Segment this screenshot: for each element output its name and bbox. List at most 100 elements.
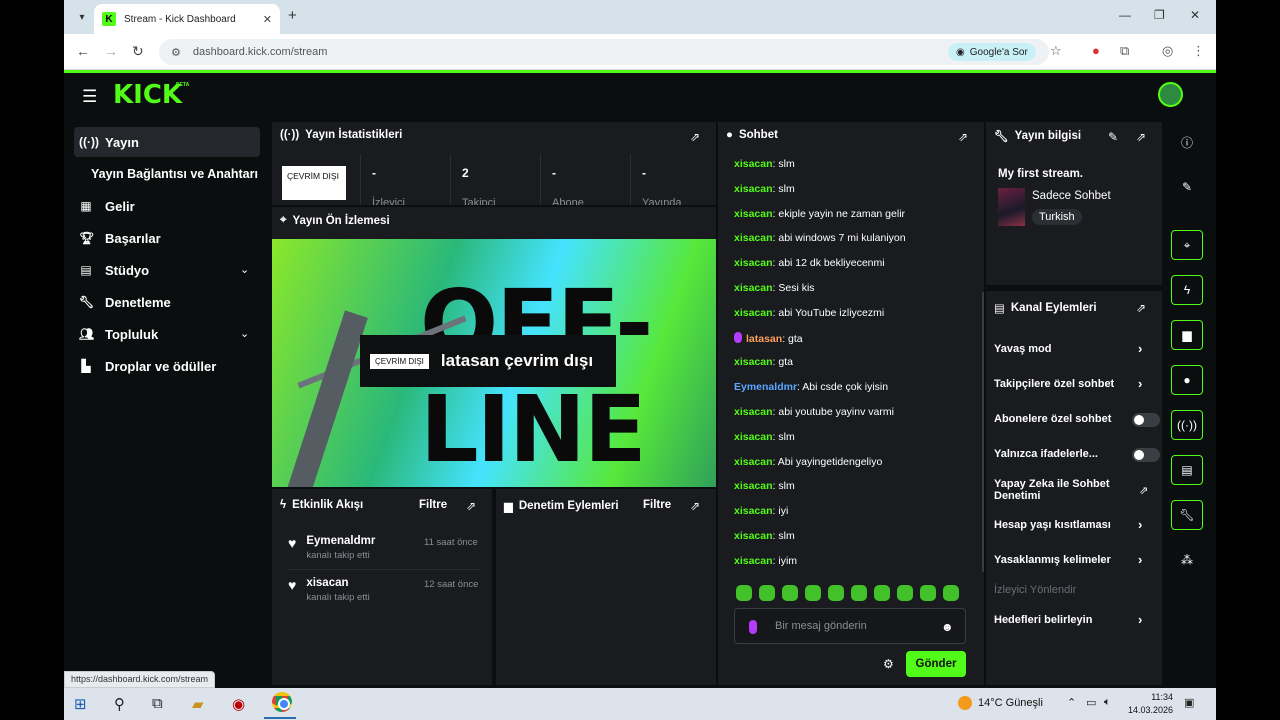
popout-icon[interactable]: ⇗ — [1136, 130, 1146, 144]
site-info-icon[interactable]: ⚙ — [171, 46, 181, 59]
gear-icon[interactable]: ⚙ — [883, 657, 894, 671]
popout-icon[interactable]: ⇗ — [1136, 301, 1146, 315]
action-banned-words[interactable]: Yasaklanmış kelimeler › — [994, 552, 1156, 567]
profile-icon[interactable]: ◎ — [1162, 43, 1173, 59]
tab-search-icon[interactable]: ▾ — [72, 7, 92, 27]
chat-username[interactable]: xisacan — [734, 307, 773, 319]
sidebar-item-stream-key[interactable]: Yayın Bağlantısı ve Anahtarı — [86, 159, 258, 189]
restore-icon[interactable]: ❐ — [1154, 8, 1165, 22]
activity-name[interactable]: xisacan — [306, 577, 369, 589]
sidebar-item-basarilar[interactable]: 🏆︎ Başarılar — [74, 223, 161, 253]
notifications-icon[interactable]: ▣ — [1184, 696, 1194, 709]
extensions-icon[interactable]: ⧉ — [1120, 43, 1129, 59]
sidebar-item-yayin[interactable]: ((·)) Yayın — [74, 127, 260, 157]
new-tab-icon[interactable]: + — [288, 7, 297, 24]
edit-icon[interactable]: ✎ — [1108, 130, 1118, 144]
chat-username[interactable]: xisacan — [734, 257, 773, 269]
extension-badge-icon[interactable]: ● — [1092, 43, 1100, 58]
sidebar-item-denetleme[interactable]: 🔧︎ Denetleme — [74, 287, 171, 317]
info-icon[interactable]: ⓘ — [1171, 127, 1203, 157]
user-avatar[interactable] — [1158, 82, 1183, 107]
sidebar-item-studyo[interactable]: ▤ Stüdyo — [74, 255, 149, 285]
action-account-age[interactable]: Hesap yaşı kısıtlaması › — [994, 517, 1156, 532]
search-icon[interactable]: ⚲ — [114, 695, 125, 713]
signal-toggle-icon[interactable]: ((·)) — [1171, 410, 1203, 440]
chat-username[interactable]: xisacan — [734, 530, 773, 542]
chat-scrollbar[interactable] — [982, 292, 984, 572]
browser-tab[interactable]: K Stream - Kick Dashboard ✕ — [94, 4, 280, 34]
activity-name[interactable]: Eymenaldmr — [306, 535, 375, 547]
list-toggle-icon[interactable]: ▤ — [1171, 455, 1203, 485]
file-explorer-icon[interactable]: ▰ — [192, 695, 204, 713]
sidebar-item-gelir[interactable]: ▦ Gelir — [74, 191, 134, 221]
wrench-toggle-icon[interactable]: 🔧︎ — [1171, 500, 1203, 530]
chrome-icon[interactable] — [272, 692, 292, 712]
popout-icon[interactable]: ⇗ — [466, 499, 476, 513]
url-field[interactable]: ⚙ dashboard.kick.com/stream — [159, 39, 1049, 65]
emoji-icon[interactable]: ☻ — [941, 620, 954, 634]
chat-username[interactable]: xisacan — [734, 282, 773, 294]
emote-icon[interactable] — [782, 585, 798, 601]
apps-icon[interactable]: ⁂ — [1171, 545, 1203, 575]
edit-icon[interactable]: ✎ — [1171, 172, 1203, 202]
chat-username[interactable]: Eymenaldmr — [734, 381, 797, 393]
chat-username[interactable]: xisacan — [734, 431, 773, 443]
reload-icon[interactable]: ↻ — [132, 43, 144, 60]
chat-toggle-icon[interactable]: ● — [1171, 365, 1203, 395]
hamburger-icon[interactable]: ☰ — [82, 87, 97, 107]
chevron-down-icon[interactable]: ⌄ — [240, 263, 249, 276]
emote-icon[interactable] — [736, 585, 752, 601]
action-followers-only[interactable]: Takipçilere özel sohbet › — [994, 376, 1156, 391]
clock[interactable]: 11:34 14.03.2026 — [1128, 691, 1173, 717]
chat-username[interactable]: xisacan — [734, 480, 773, 492]
bolt-toggle-icon[interactable]: ϟ — [1171, 275, 1203, 305]
task-view-icon[interactable]: ⧉ — [152, 695, 163, 712]
chat-username[interactable]: xisacan — [734, 505, 773, 517]
chat-username[interactable]: xisacan — [734, 555, 773, 567]
back-icon[interactable]: ← — [76, 43, 90, 59]
chevron-down-icon[interactable]: ⌄ — [240, 327, 249, 340]
sidebar-item-droplar[interactable]: ▙ Droplar ve ödüller — [74, 351, 216, 381]
popout-icon[interactable]: ⇗ — [690, 499, 700, 513]
minimize-icon[interactable]: — — [1119, 8, 1131, 22]
menu-icon[interactable]: ⋮ — [1192, 43, 1205, 59]
emote-icon[interactable] — [828, 585, 844, 601]
send-button[interactable]: Gönder — [906, 651, 966, 677]
chat-username[interactable]: xisacan — [734, 356, 773, 368]
emote-icon[interactable] — [897, 585, 913, 601]
chat-username[interactable]: xisacan — [734, 232, 773, 244]
action-ai-moderation[interactable]: Yapay Zeka ile Sohbet Denetimi — [994, 478, 1134, 502]
sidebar-item-topluluk[interactable]: 👥︎ Topluluk — [74, 319, 158, 349]
filter-button[interactable]: Filtre — [643, 499, 671, 511]
emote-icon[interactable] — [920, 585, 936, 601]
emote-icon[interactable] — [759, 585, 775, 601]
emote-icon[interactable] — [943, 585, 959, 601]
action-slow-mode[interactable]: Yavaş mod › — [994, 341, 1156, 356]
kick-logo[interactable]: KICK — [113, 80, 182, 110]
emotes-only-toggle[interactable] — [1132, 448, 1160, 462]
bookmark-star-icon[interactable]: ☆ — [1050, 43, 1062, 59]
weather-widget[interactable]: 14°C Güneşli — [958, 696, 1043, 710]
chat-username[interactable]: xisacan — [734, 183, 773, 195]
tray-up-icon[interactable]: ⌃ — [1067, 696, 1076, 709]
windows-start-icon[interactable]: ⊞ — [74, 695, 87, 713]
chat-username[interactable]: xisacan — [734, 406, 773, 418]
chat-message-input[interactable]: Bir mesaj gönderin ☻ — [734, 608, 966, 644]
chat-username[interactable]: xisacan — [734, 208, 773, 220]
chat-username[interactable]: xisacan — [734, 158, 773, 170]
stream-category[interactable]: Sadece Sohbet — [1032, 190, 1111, 202]
close-tab-icon[interactable]: ✕ — [263, 13, 272, 26]
external-link-icon[interactable]: ⇗ — [1139, 484, 1148, 497]
popout-icon[interactable]: ⇗ — [690, 130, 700, 144]
network-icon[interactable]: ▭ — [1086, 696, 1096, 709]
subs-only-toggle[interactable] — [1132, 413, 1160, 427]
google-search-chip[interactable]: ◉ Google'a Sor — [948, 43, 1036, 61]
app-icon[interactable]: ◉ — [232, 695, 245, 713]
filter-button[interactable]: Filtre — [419, 499, 447, 511]
preview-toggle-icon[interactable]: ⌖ — [1171, 230, 1203, 260]
emote-icon[interactable] — [851, 585, 867, 601]
chat-username[interactable]: xisacan — [734, 456, 773, 468]
action-goals[interactable]: Hedefleri belirleyin › — [994, 612, 1156, 627]
forward-icon[interactable]: → — [104, 43, 118, 59]
emote-icon[interactable] — [805, 585, 821, 601]
